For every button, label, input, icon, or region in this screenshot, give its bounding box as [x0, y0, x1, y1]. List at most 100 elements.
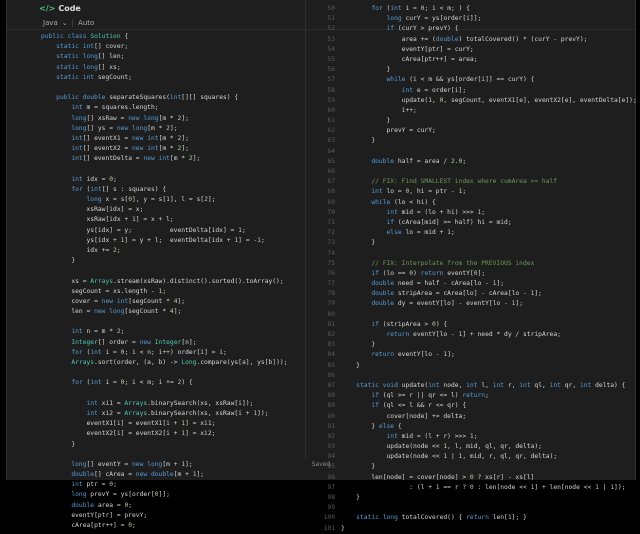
code-line[interactable]: 70 int mid = (lo + hi) >>> 1; — [307, 208, 635, 218]
code-line[interactable]: 81 if (stripArea > 0) { — [307, 320, 635, 330]
code-pane-left[interactable]: public class Solution { static int[] cov… — [7, 32, 305, 531]
code-line[interactable]: 62 prevY = curY; — [307, 126, 635, 136]
code-line[interactable]: 67 // FIX: Find SMALLEST index where cum… — [307, 177, 635, 187]
code-line[interactable]: 86 — [307, 371, 635, 381]
code-line[interactable]: 63 } — [307, 136, 635, 146]
code-line[interactable]: 77 double need = half - cArea[lo - 1]; — [307, 279, 635, 289]
code-line[interactable]: 100 static long totalCovered() { return … — [307, 513, 635, 523]
code-line[interactable]: Integer[] order = new Integer[n]; — [7, 338, 305, 348]
code-line[interactable]: ys[idx] = y; eventDelta[idx] = 1; — [7, 226, 305, 236]
code-line[interactable]: 65 double half = area / 2.0; — [307, 157, 635, 167]
code-line[interactable]: 75 // FIX: Interpolate from the PREVIOUS… — [307, 259, 635, 269]
code-line[interactable]: long x = s[0], y = s[1], l = s[2]; — [7, 195, 305, 205]
code-line[interactable] — [7, 368, 305, 378]
code-line[interactable]: 72 else lo = mid + 1; — [307, 228, 635, 238]
code-line[interactable]: 99 — [307, 503, 635, 513]
code-line[interactable]: xsRaw[idx] = x; — [7, 205, 305, 215]
code-line[interactable]: public double separateSquares(int[][] sq… — [7, 93, 305, 103]
code-line[interactable]: 55 cArea[ptr++] = area; — [307, 55, 635, 65]
code-line[interactable]: 69 while (lo < hi) { — [307, 198, 635, 208]
code-line[interactable]: 89 if (ql <= l && r <= qr) { — [307, 401, 635, 411]
code-line[interactable]: for (int i = 0; i < n; i++) order[i] = i… — [7, 348, 305, 358]
language-select[interactable]: Java — [43, 19, 58, 27]
code-line[interactable]: len = new long[segCount * 4]; — [7, 307, 305, 317]
code-line[interactable]: ys[idx + 1] = y + l; eventDelta[idx + 1]… — [7, 236, 305, 246]
code-line[interactable]: 52 if (curY > prevY) { — [307, 24, 635, 34]
code-line[interactable]: long prevY = ys[order[0]]; — [7, 490, 305, 500]
code-line[interactable]: 73 } — [307, 238, 635, 248]
code-line[interactable] — [7, 317, 305, 327]
code-line[interactable]: 78 double stripArea = cArea[lo] - cArea[… — [307, 289, 635, 299]
code-line[interactable] — [7, 450, 305, 460]
code-line[interactable]: 98 } — [307, 493, 635, 503]
code-line[interactable]: 92 int mid = (l + r) >>> 1; — [307, 432, 635, 442]
code-line[interactable]: 96 len[node] = cover[node] > 0 ? xs[r] -… — [307, 473, 635, 483]
code-line[interactable]: xs = Arrays.stream(xsRaw).distinct().sor… — [7, 277, 305, 287]
code-line[interactable]: 51 long curY = ys[order[i]]; — [307, 14, 635, 24]
code-line[interactable]: int xi1 = Arrays.binarySearch(xs, xsRaw[… — [7, 399, 305, 409]
code-line[interactable]: 85 } — [307, 361, 635, 371]
code-line[interactable]: 64 — [307, 147, 635, 157]
code-line[interactable] — [7, 164, 305, 174]
code-line[interactable]: cover = new int[segCount * 4]; — [7, 297, 305, 307]
code-line[interactable]: } — [7, 256, 305, 266]
code-line[interactable]: int idx = 0; — [7, 175, 305, 185]
code-line[interactable]: 91 } else { — [307, 422, 635, 432]
code-line[interactable]: 97 : (l + 1 == r ? 0 : len[node << 1] + … — [307, 483, 635, 493]
code-line[interactable]: 68 int lo = 0, hi = ptr - 1; — [307, 187, 635, 197]
code-line[interactable]: 60 i++; — [307, 106, 635, 116]
format-mode-toggle[interactable]: Auto — [78, 19, 94, 27]
code-line[interactable]: public class Solution { — [7, 32, 305, 42]
code-line[interactable]: 82 return eventY[lo - 1] + need * dy / s… — [307, 330, 635, 340]
code-line[interactable]: for (int i = 0; i < m; i += 2) { — [7, 378, 305, 388]
code-line[interactable]: int[] eventX1 = new int[m * 2]; — [7, 134, 305, 144]
code-line[interactable]: 59 update(1, 0, segCount, eventX1[e], ev… — [307, 96, 636, 106]
code-line[interactable]: int xi2 = Arrays.binarySearch(xs, xsRaw[… — [7, 409, 305, 419]
code-line[interactable]: 83 } — [307, 340, 635, 350]
code-line[interactable]: 74 — [307, 249, 635, 259]
code-line[interactable]: int[] eventDelta = new int[m * 2]; — [7, 154, 305, 164]
code-line[interactable]: 79 double dy = eventY[lo] - eventY[lo - … — [307, 299, 635, 309]
code-line[interactable]: 56 } — [307, 65, 635, 75]
code-line[interactable]: static int segCount; — [7, 73, 305, 83]
code-line[interactable]: 88 if (ql >= r || qr <= l) return; — [307, 391, 635, 401]
code-line[interactable]: 90 cover[node] += delta; — [307, 412, 635, 422]
code-line[interactable]: segCount = xs.length - 1; — [7, 287, 305, 297]
code-line[interactable]: static long[] xs; — [7, 63, 305, 73]
code-line[interactable]: int ptr = 0; — [7, 480, 305, 490]
code-line[interactable]: 61 } — [307, 116, 635, 126]
code-line[interactable]: xsRaw[idx + 1] = x + l; — [7, 215, 305, 225]
code-line[interactable]: idx += 2; — [7, 246, 305, 256]
code-line[interactable]: 76 if (lo == 0) return eventY[0]; — [307, 269, 635, 279]
code-line[interactable]: long[] ys = new long[m * 2]; — [7, 124, 305, 134]
code-line[interactable] — [7, 83, 305, 93]
code-line[interactable]: Arrays.sort(order, (a, b) -> Long.compar… — [7, 358, 305, 368]
code-line[interactable]: 93 update(node << 1, l, mid, ql, qr, del… — [307, 442, 635, 452]
code-line[interactable]: 87 static void update(int node, int l, i… — [307, 381, 635, 391]
code-line[interactable]: static int[] cover; — [7, 42, 305, 52]
chevron-down-icon[interactable]: ⌄ — [62, 19, 68, 27]
code-line[interactable]: 71 if (cArea[mid] >= half) hi = mid; — [307, 218, 635, 228]
code-line[interactable] — [7, 389, 305, 399]
code-line[interactable]: eventX2[i] = eventX2[i + 1] = xi2; — [7, 429, 305, 439]
code-line[interactable]: cArea[ptr++] = 0; — [7, 521, 305, 531]
code-line[interactable]: int m = squares.length; — [7, 103, 305, 113]
code-line[interactable]: static long[] len; — [7, 52, 305, 62]
code-line[interactable]: 58 int e = order[i]; — [307, 86, 635, 96]
code-line[interactable] — [7, 266, 305, 276]
code-line[interactable]: 50 for (int i = 0; i < m; ) { — [307, 4, 635, 14]
code-line[interactable]: 84 return eventY[lo - 1]; — [307, 350, 635, 360]
code-line[interactable]: 54 eventY[ptr] = curY; — [307, 45, 635, 55]
code-line[interactable]: double area = 0; — [7, 501, 305, 511]
code-line[interactable]: 101} — [307, 524, 635, 534]
code-line[interactable]: long[] xsRaw = new long[m * 2]; — [7, 114, 305, 124]
code-line[interactable]: } — [7, 440, 305, 450]
code-line[interactable]: 66 — [307, 167, 635, 177]
code-line[interactable]: int[] eventX2 = new int[m * 2]; — [7, 144, 305, 154]
code-line[interactable]: 57 while (i < m && ys[order[i]] == curY)… — [307, 75, 635, 85]
code-line[interactable]: 53 area += (double) totalCovered() * (cu… — [307, 35, 635, 45]
code-line[interactable]: 80 — [307, 310, 635, 320]
code-line[interactable]: int n = m * 2; — [7, 327, 305, 337]
code-line[interactable]: eventY[ptr] = prevY; — [7, 511, 305, 521]
code-line[interactable]: eventX1[i] = eventX1[i + 1] = xi1; — [7, 419, 305, 429]
